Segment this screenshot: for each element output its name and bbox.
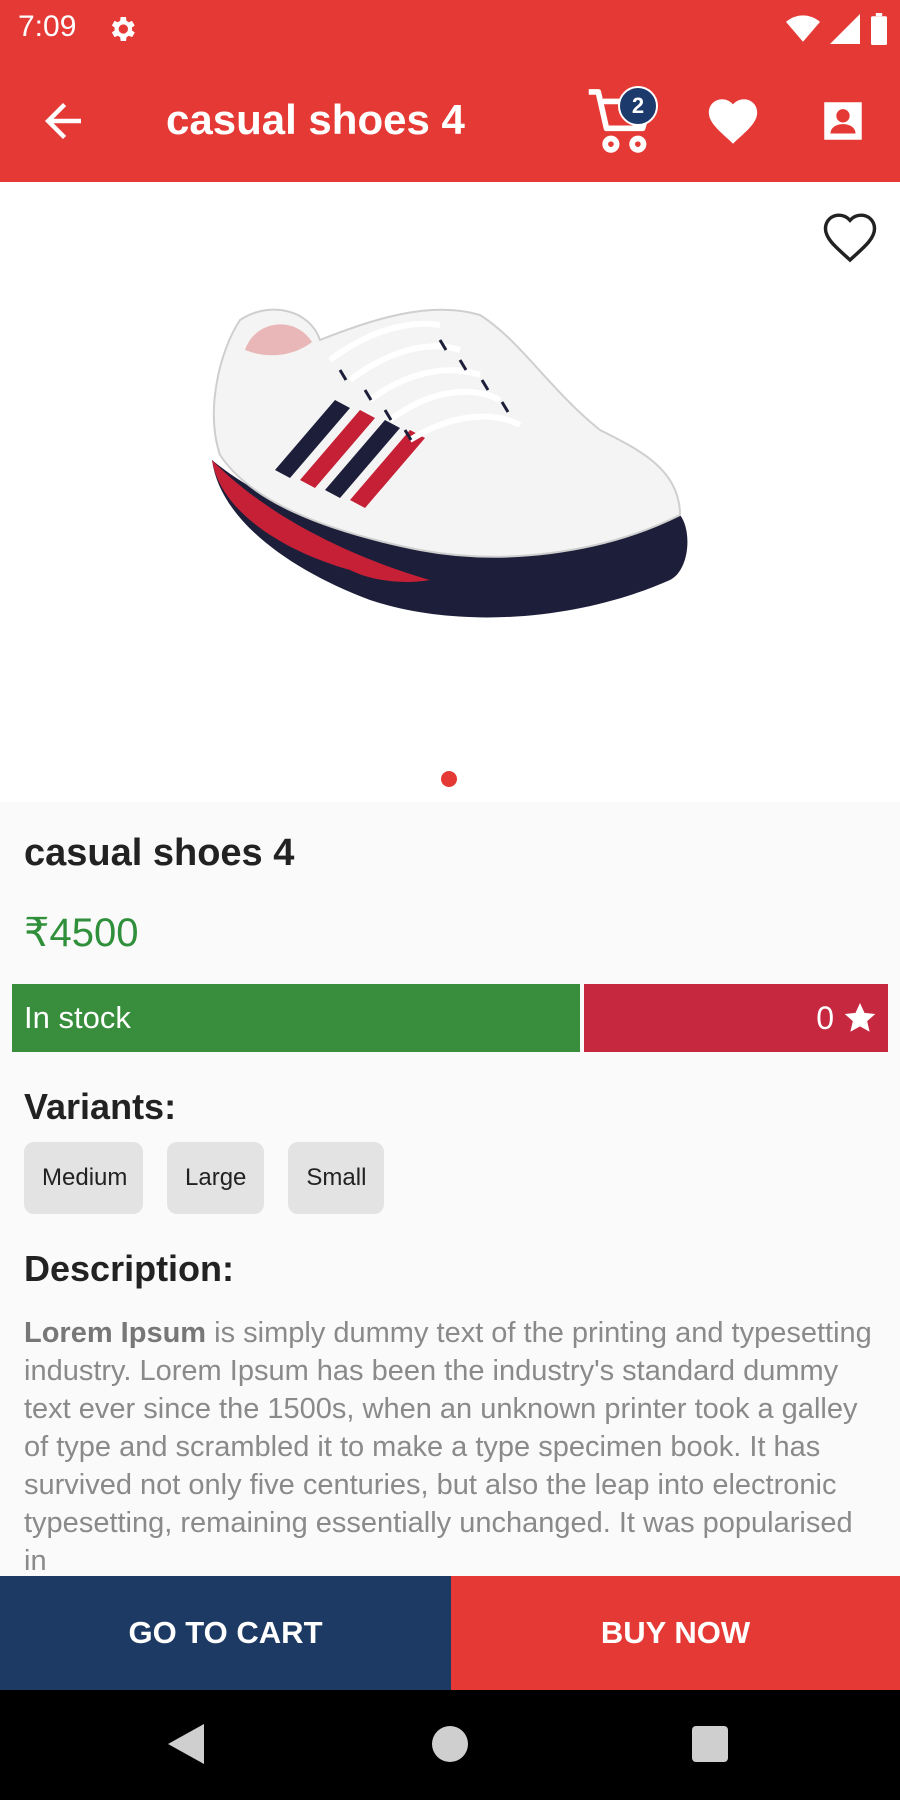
heart-icon[interactable] bbox=[704, 92, 762, 150]
status-bar: 7:09 bbox=[0, 0, 900, 58]
wifi-icon bbox=[786, 15, 820, 42]
description-text: Lorem Ipsum is simply dummy text of the … bbox=[24, 1314, 876, 1576]
battery-icon bbox=[871, 13, 887, 45]
variant-chip-medium[interactable]: Medium bbox=[24, 1142, 143, 1214]
nav-home-icon[interactable] bbox=[432, 1726, 468, 1762]
go-to-cart-button[interactable]: GO TO CART bbox=[0, 1576, 451, 1690]
cart-count-badge: 2 bbox=[618, 86, 658, 126]
description-heading: Description: bbox=[24, 1248, 235, 1289]
product-image bbox=[212, 308, 688, 618]
variant-chip-large[interactable]: Large bbox=[167, 1142, 265, 1214]
carousel-indicator-dot[interactable] bbox=[441, 771, 457, 787]
gear-icon bbox=[111, 17, 135, 41]
description-body: is simply dummy text of the printing and… bbox=[24, 1317, 872, 1576]
app-bar: casual shoes 4 2 bbox=[0, 58, 900, 182]
heart-outline-icon[interactable] bbox=[818, 206, 882, 266]
page-title: casual shoes 4 bbox=[166, 96, 465, 143]
buy-now-button[interactable]: BUY NOW bbox=[451, 1576, 900, 1690]
profile-icon[interactable] bbox=[818, 96, 868, 146]
description-lead: Lorem Ipsum bbox=[24, 1317, 207, 1349]
system-nav-bar bbox=[0, 1690, 900, 1800]
product-name: casual shoes 4 bbox=[24, 832, 295, 874]
nav-recents-icon[interactable] bbox=[692, 1726, 728, 1762]
stock-status: In stock bbox=[12, 984, 580, 1052]
rating-badge: 0 bbox=[584, 984, 888, 1052]
variant-chips: Medium Large Small bbox=[24, 1142, 385, 1214]
nav-back-icon[interactable] bbox=[168, 1724, 204, 1764]
status-icons bbox=[786, 12, 888, 46]
product-price: ₹4500 bbox=[24, 911, 139, 955]
rating-value: 0 bbox=[816, 999, 834, 1036]
signal-icon bbox=[830, 14, 860, 44]
variant-chip-small[interactable]: Small bbox=[288, 1142, 385, 1214]
variants-heading: Variants: bbox=[24, 1086, 177, 1127]
status-time: 7:09 bbox=[18, 10, 77, 43]
stock-rating-row: In stock 0 bbox=[12, 984, 888, 1052]
bottom-action-bar: GO TO CART BUY NOW bbox=[0, 1576, 900, 1690]
star-icon bbox=[844, 1003, 876, 1032]
back-arrow-icon[interactable] bbox=[36, 94, 90, 148]
cart-button[interactable]: 2 bbox=[584, 80, 664, 160]
